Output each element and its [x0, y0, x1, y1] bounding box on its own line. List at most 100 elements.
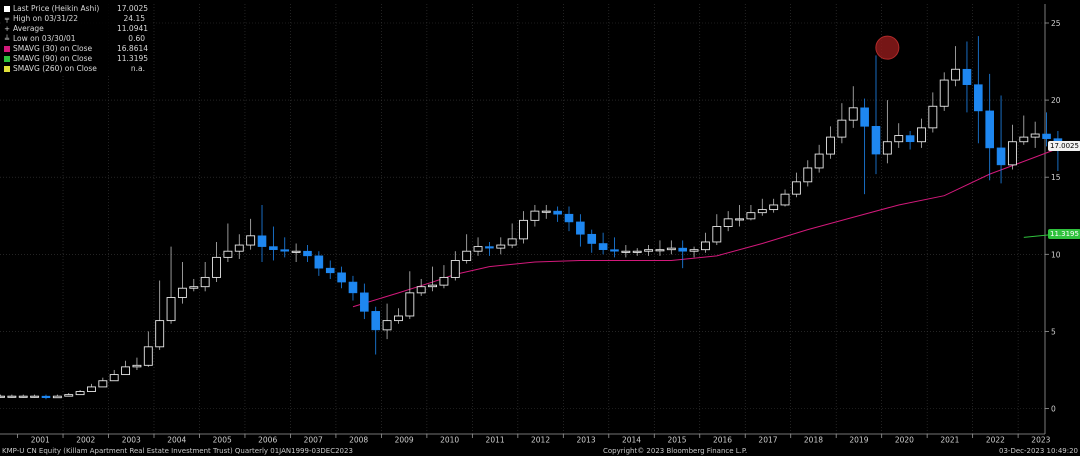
chart-footer: KMP-U CN Equity (Killam Apartment Real E…	[0, 446, 1080, 456]
candle-body	[428, 284, 438, 288]
candle-down	[371, 306, 381, 355]
candle-body	[1007, 141, 1017, 166]
y-tick-label: 15	[1051, 173, 1061, 182]
candle-up	[75, 389, 85, 396]
x-tick-label: 2012	[531, 436, 550, 445]
candle-down	[598, 232, 608, 255]
candle-body	[337, 272, 346, 283]
candle-body	[257, 235, 267, 247]
candle-body	[121, 366, 131, 376]
legend-last-price[interactable]: Last Price (Heikin Ashi) 17.0025	[4, 4, 148, 14]
legend-high-value: 24.15	[123, 14, 145, 23]
candle-down	[348, 275, 358, 301]
x-tick-label: 2018	[804, 436, 823, 445]
candle-up	[64, 393, 74, 397]
average-marker-icon: +	[4, 25, 10, 33]
candle-body	[439, 276, 449, 286]
y-tick-label: 20	[1051, 96, 1061, 105]
candle-up	[200, 262, 210, 292]
legend-smavg260[interactable]: SMAVG (260) on Close n.a.	[4, 64, 148, 74]
copyright-text: Copyright© 2023 Bloomberg Finance L.P.	[603, 447, 748, 455]
legend-low[interactable]: ╧ Low on 03/30/01 0.60	[4, 34, 148, 44]
candle-body	[155, 320, 165, 348]
candle-up	[803, 160, 813, 187]
candle-down	[325, 260, 335, 279]
smavg90-tag: 11.3195	[1048, 228, 1080, 239]
legend-low-label: Low on 03/30/01	[13, 34, 76, 43]
candle-body	[530, 210, 540, 221]
candle-up	[450, 251, 460, 281]
candle-body	[689, 249, 699, 252]
candle-body	[18, 395, 28, 398]
candle-body	[98, 380, 108, 388]
candle-body	[576, 221, 585, 235]
legend-high-label: High on 03/31/22	[13, 14, 79, 23]
candle-up	[826, 126, 835, 159]
legend-average[interactable]: + Average 11.0941	[4, 24, 148, 34]
legend-smavg90[interactable]: SMAVG (90) on Close 11.3195	[4, 54, 148, 64]
candle-up	[473, 237, 483, 256]
candle-body	[269, 246, 278, 250]
candle-up	[405, 271, 415, 320]
candle-up	[655, 240, 665, 256]
white-square-icon	[4, 6, 10, 12]
candle-body	[143, 346, 153, 366]
candle-body	[64, 394, 74, 397]
candle-body	[30, 395, 40, 398]
candle-body	[598, 243, 608, 250]
candle-body	[507, 238, 517, 246]
candle-up	[223, 223, 233, 263]
candle-up	[939, 72, 949, 111]
y-tick-label: 10	[1051, 250, 1061, 259]
candle-body	[246, 235, 256, 246]
x-tick-label: 2009	[395, 436, 414, 445]
candle-up	[0, 394, 5, 398]
candle-down	[985, 73, 994, 181]
candle-down	[269, 226, 278, 261]
candle-up	[234, 234, 244, 259]
heikin-ashi-candles	[0, 36, 1063, 400]
candle-body	[371, 311, 381, 331]
candle-down	[257, 204, 267, 263]
candle-body	[87, 386, 96, 392]
candle-body	[996, 147, 1006, 166]
x-tick-label: 2016	[713, 436, 732, 445]
x-tick-label: 2017	[758, 436, 777, 445]
candle-up	[951, 46, 961, 87]
candle-body	[325, 267, 335, 274]
price-chart: 0510152025 2001 2002 2003 2004 2005 2006 2007 2…	[0, 4, 1063, 445]
candle-up	[769, 198, 779, 213]
green-square-icon	[4, 56, 10, 62]
candle-up	[30, 394, 40, 398]
candle-up	[382, 303, 392, 340]
candle-body	[1030, 133, 1040, 138]
candle-up	[189, 278, 199, 292]
candle-down	[962, 41, 972, 113]
candle-body	[712, 226, 722, 243]
candle-up	[1019, 115, 1029, 145]
legend-high[interactable]: ╤ High on 03/31/22 24.15	[4, 14, 148, 24]
candle-body	[962, 68, 972, 85]
candle-body	[519, 219, 528, 240]
candle-body	[0, 395, 5, 398]
candle-up	[1007, 124, 1017, 170]
candle-body	[860, 107, 869, 127]
candle-body	[75, 391, 85, 396]
x-tick-label: 2001	[31, 436, 50, 445]
candle-up	[109, 369, 119, 382]
candle-body	[757, 209, 767, 214]
candle-body	[621, 250, 631, 253]
candle-body	[394, 315, 403, 322]
candle-body	[382, 320, 392, 331]
candle-body	[746, 212, 756, 220]
candle-body	[485, 246, 494, 249]
low-marker-icon: ╧	[4, 35, 10, 43]
y-axis-ticks: 0 5 10 15 20 25	[1044, 4, 1061, 434]
last-price-tag: 17.0025	[1048, 141, 1080, 152]
legend-smavg30[interactable]: SMAVG (30) on Close 16.8614	[4, 44, 148, 54]
candle-down	[337, 266, 346, 289]
candle-body	[280, 249, 290, 252]
smavg-30-series	[352, 148, 1059, 308]
candle-body	[644, 249, 654, 252]
candle-body	[52, 395, 62, 399]
